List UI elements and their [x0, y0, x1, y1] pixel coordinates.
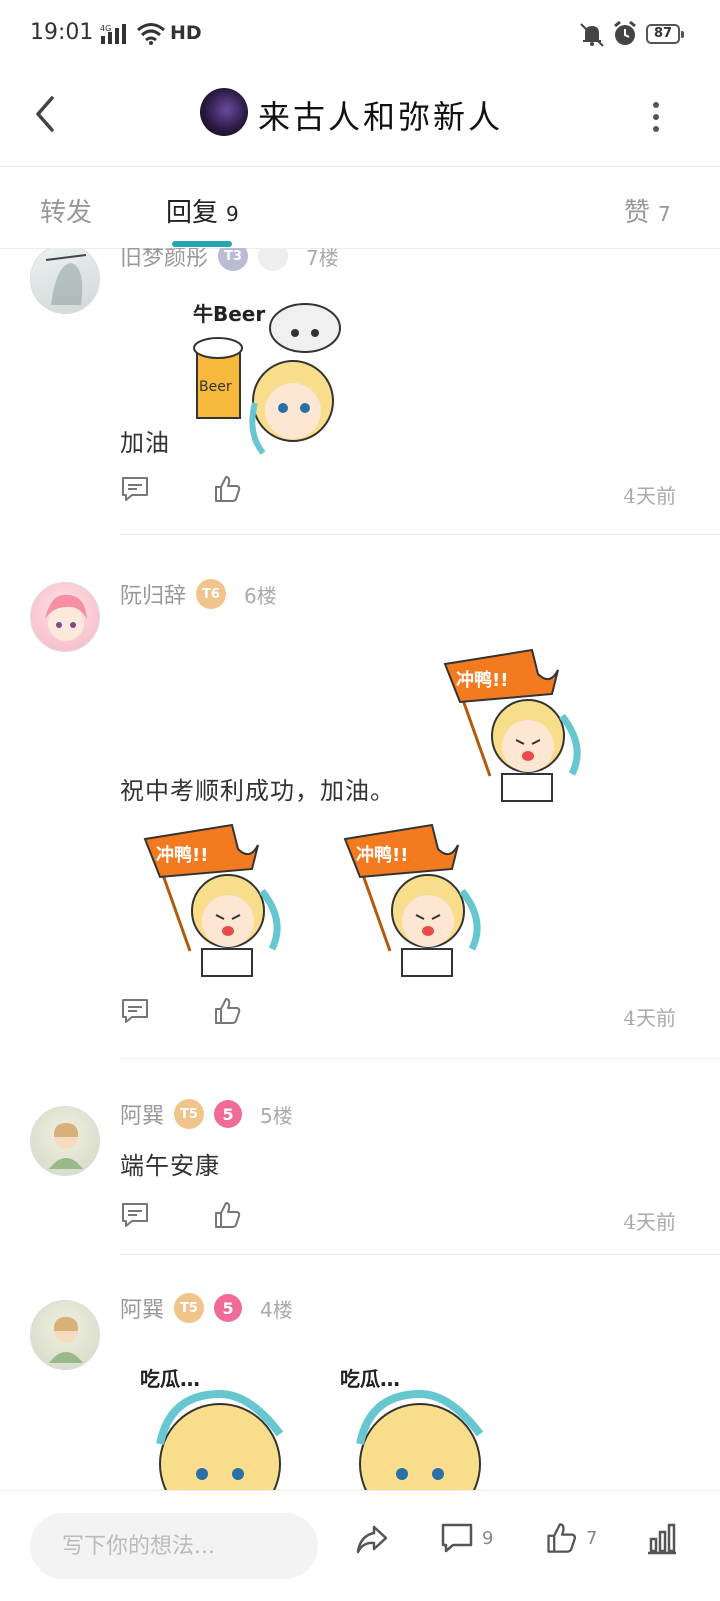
like-count: 7 — [586, 1527, 598, 1549]
svg-text:吃瓜…: 吃瓜… — [140, 1367, 200, 1391]
comment-icon[interactable] — [120, 1200, 150, 1230]
reply-meta: 阿巽 T5 5 5楼 — [120, 1096, 293, 1132]
status-bar: 19:01 4G HD 87 — [0, 0, 720, 70]
floor-number: 5楼 — [260, 1103, 293, 1128]
username[interactable]: 阮归辞 — [120, 578, 186, 610]
reply-meta: 旧梦颜彤 T3 7楼 — [120, 248, 339, 274]
level-badge: T5 — [174, 1293, 205, 1323]
reply-text: 加油 — [120, 429, 170, 457]
active-tab-indicator — [172, 241, 232, 247]
comment-icon[interactable] — [120, 996, 150, 1026]
flag-girl-sticker[interactable]: 冲鸭!! — [340, 821, 490, 981]
medal-badge: 5 — [214, 1294, 243, 1322]
comment-input[interactable] — [30, 1513, 318, 1579]
username[interactable]: 阿巽 — [120, 1098, 164, 1130]
reply-text: 端午安康 — [120, 1152, 220, 1180]
svg-text:Beer: Beer — [199, 379, 232, 395]
reply-meta: 阿巽 T5 5 4楼 — [120, 1290, 293, 1326]
beer-cow-sticker[interactable]: 牛Beer Beer — [185, 293, 355, 458]
flag-girl-sticker[interactable]: 冲鸭!! — [140, 821, 290, 981]
page-title: 来古人和弥新人 — [258, 98, 504, 136]
divider — [120, 534, 720, 535]
like-icon — [547, 1523, 577, 1553]
svg-text:吃瓜…: 吃瓜… — [340, 1367, 400, 1391]
share-button[interactable] — [354, 1521, 390, 1557]
fan-badge-icon — [258, 248, 289, 271]
stats-button[interactable] — [644, 1521, 680, 1557]
username[interactable]: 阿巽 — [120, 1292, 164, 1324]
svg-text:牛Beer: 牛Beer — [193, 302, 265, 326]
floor-number: 4楼 — [260, 1297, 293, 1322]
bottom-action-bar: 9 7 — [0, 1490, 720, 1601]
floor-number: 6楼 — [244, 583, 277, 608]
reply-time: 4天前 — [623, 1006, 676, 1030]
reply-time: 4天前 — [623, 484, 676, 508]
comment-count-button[interactable]: 9 — [440, 1521, 493, 1555]
reply-actions: 4天前 — [0, 996, 720, 1036]
reply-meta: 阮归辞 T6 6楼 — [120, 576, 277, 612]
reply-actions: 4天前 — [0, 1200, 720, 1240]
group-avatar[interactable] — [200, 88, 248, 136]
eating-melon-sticker[interactable]: 吃瓜… — [330, 1354, 490, 1490]
svg-text:冲鸭!!: 冲鸭!! — [356, 844, 408, 866]
list-item: 旧梦颜彤 T3 7楼 牛Beer Beer 加油 4天前 — [0, 248, 720, 538]
alarm-icon — [614, 20, 636, 45]
comment-icon[interactable] — [120, 474, 150, 504]
cellular-signal-icon: 4G — [100, 24, 126, 44]
share-icon — [356, 1525, 388, 1554]
avatar[interactable] — [30, 1300, 100, 1370]
avatar[interactable] — [30, 248, 100, 314]
list-item: 阮归辞 T6 6楼 冲鸭!! 祝中考顺利成功，加油。 冲鸭!! 冲鸭!! 4天前 — [0, 536, 720, 1059]
comment-count: 9 — [482, 1527, 494, 1549]
wifi-icon — [137, 23, 165, 45]
divider — [120, 1058, 720, 1059]
svg-text:冲鸭!!: 冲鸭!! — [456, 669, 508, 691]
medal-badge: 5 — [214, 1100, 243, 1128]
back-arrow-icon[interactable] — [30, 92, 60, 136]
avatar[interactable] — [30, 582, 100, 652]
comment-icon — [441, 1523, 473, 1553]
level-badge: T3 — [218, 248, 249, 271]
status-time: 19:01 — [30, 20, 94, 45]
eating-melon-sticker[interactable]: 吃瓜… — [130, 1354, 290, 1490]
reply-actions: 4天前 — [0, 474, 720, 514]
mute-bell-icon — [580, 23, 604, 47]
hd-indicator: HD — [170, 22, 202, 44]
bar-chart-icon — [648, 1523, 676, 1555]
username[interactable]: 旧梦颜彤 — [120, 248, 208, 272]
header: 来古人和弥新人 — [0, 70, 720, 167]
level-badge: T6 — [196, 579, 227, 609]
reply-list[interactable]: 旧梦颜彤 T3 7楼 牛Beer Beer 加油 4天前 阮归辞 T6 6楼 冲… — [0, 248, 720, 1490]
tab-reply[interactable]: 回复 9 — [166, 192, 239, 229]
more-menu-icon[interactable] — [648, 98, 664, 134]
like-icon[interactable] — [212, 474, 242, 504]
avatar[interactable] — [30, 1106, 100, 1176]
tab-repost[interactable]: 转发 — [40, 192, 92, 229]
reply-time: 4天前 — [623, 1210, 676, 1234]
like-icon[interactable] — [212, 1200, 242, 1230]
like-icon[interactable] — [212, 996, 242, 1026]
tab-like[interactable]: 赞7 — [624, 192, 671, 229]
flag-girl-sticker[interactable]: 冲鸭!! — [440, 646, 590, 806]
battery-indicator: 87 — [646, 24, 684, 44]
tab-bar: 转发 回复 9 赞7 — [0, 166, 720, 249]
list-item: 阿巽 T5 5 4楼 吃瓜… 吃瓜… — [0, 1254, 720, 1490]
level-badge: T5 — [174, 1099, 205, 1129]
svg-text:4G: 4G — [100, 24, 111, 33]
reply-text: 祝中考顺利成功，加油。 — [120, 777, 395, 805]
floor-number: 7楼 — [306, 248, 339, 270]
like-count-button[interactable]: 7 — [544, 1521, 597, 1555]
list-item: 阿巽 T5 5 5楼 端午安康 4天前 — [0, 1060, 720, 1260]
svg-text:冲鸭!!: 冲鸭!! — [156, 844, 208, 866]
